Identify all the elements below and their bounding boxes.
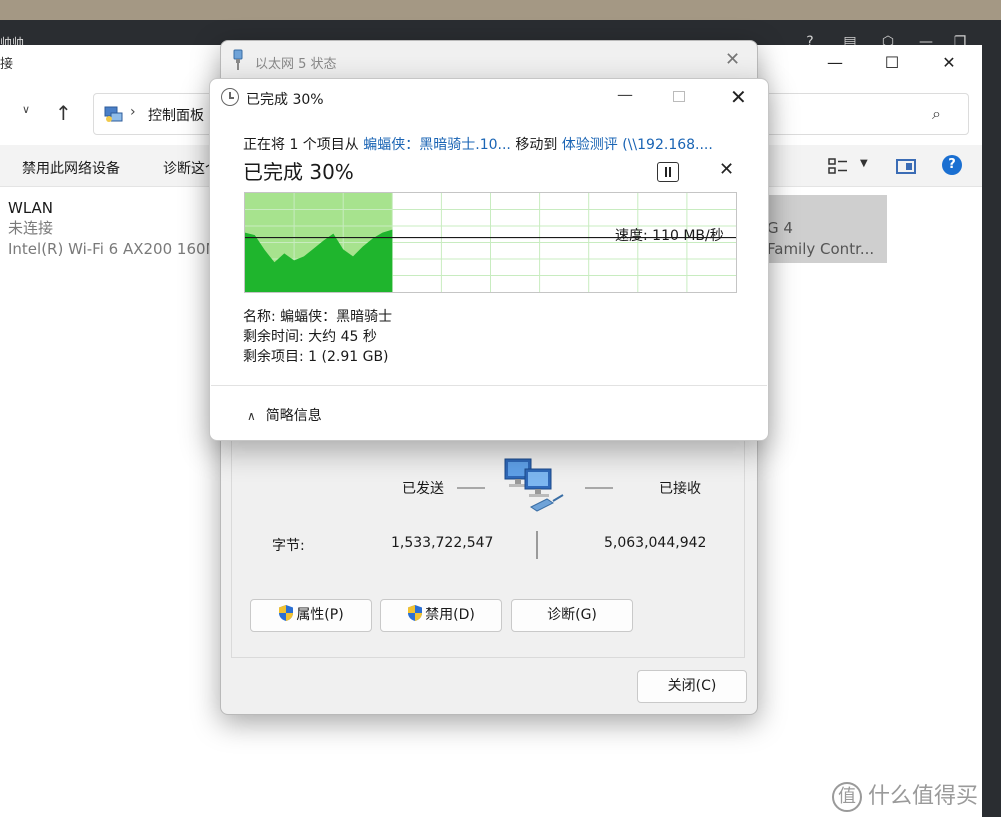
dialog-title: 以太网 5 状态 xyxy=(255,57,337,72)
adapter-partial-name: G 4 xyxy=(767,219,793,237)
watermark-logo-icon: 值 xyxy=(832,782,862,812)
chevron-up-icon: ∧ xyxy=(247,409,256,423)
uac-shield-icon xyxy=(279,605,294,621)
adapter-name: WLAN xyxy=(8,199,54,217)
preview-pane-icon[interactable] xyxy=(896,159,916,174)
close-icon[interactable]: ✕ xyxy=(725,49,740,70)
change-view-icon[interactable] xyxy=(828,157,848,175)
cancel-icon[interactable]: ✕ xyxy=(719,159,734,180)
network-computers-icon xyxy=(504,458,564,512)
help-icon[interactable]: ? xyxy=(942,155,962,175)
minimize-icon[interactable]: — xyxy=(617,85,633,104)
operation-description: 正在将 1 个项目从 蝙蝠侠：黑暗骑士.10... 移动到 体验测评 (\\19… xyxy=(243,134,713,154)
operation-prefix: 正在将 1 个项目从 xyxy=(243,137,364,153)
control-panel-icon xyxy=(104,106,123,122)
file-name-line: 名称: 蝙蝠侠：黑暗骑士 xyxy=(243,309,393,325)
maximize-button[interactable]: ☐ xyxy=(877,51,907,75)
received-line xyxy=(585,487,613,489)
close-button[interactable]: ✕ xyxy=(934,51,964,75)
search-icon[interactable]: ⌕ xyxy=(932,104,941,124)
diagnose-button[interactable]: 诊断(G) xyxy=(511,599,633,632)
time-remaining-line: 剩余时间: 大约 45 秒 xyxy=(243,329,377,345)
clock-icon xyxy=(221,88,239,106)
bytes-sent-value: 1,533,722,547 xyxy=(391,535,494,551)
fewer-details-toggle[interactable]: ∧ 简略信息 xyxy=(247,405,322,425)
dialog-title: 已完成 30% xyxy=(246,92,324,108)
desktop-edge xyxy=(982,20,1001,817)
sent-label: 已发送 xyxy=(402,481,444,497)
speed-label: 速度: 110 MB/秒 xyxy=(615,228,724,244)
uac-shield-icon xyxy=(408,605,423,621)
close-button[interactable]: 关闭(C) xyxy=(637,670,747,703)
fewer-details-label: 简略信息 xyxy=(265,408,322,424)
view-dropdown-icon[interactable]: ▼ xyxy=(860,158,868,169)
bytes-separator xyxy=(536,531,538,559)
copy-progress-dialog: 已完成 30% — ✕ 正在将 1 个项目从 蝙蝠侠：黑暗骑士.10... 移动… xyxy=(209,78,769,441)
site-watermark: 值什么值得买 xyxy=(832,778,978,812)
disable-button-label: 禁用(D) xyxy=(425,607,475,623)
bytes-label: 字节: xyxy=(272,538,305,554)
divider xyxy=(211,385,767,386)
progress-heading: 已完成 30% xyxy=(243,160,354,184)
received-label: 已接收 xyxy=(659,481,701,497)
maximize-icon xyxy=(673,91,685,102)
adapter-selected-partial[interactable]: G 4 Family Contr... xyxy=(755,195,887,263)
adapter-status: 未连接 xyxy=(8,219,54,237)
adapter-wlan[interactable]: WLAN 未连接 Intel(R) Wi-Fi 6 AX200 160MHz xyxy=(8,198,238,260)
close-icon[interactable]: ✕ xyxy=(730,85,747,109)
breadcrumb-chevron-icon: › xyxy=(130,104,136,120)
watermark-text: 什么值得买 xyxy=(868,784,979,809)
disable-button[interactable]: 禁用(D) xyxy=(380,599,502,632)
operation-mid: 移动到 xyxy=(510,137,562,153)
properties-button[interactable]: 属性(P) xyxy=(250,599,372,632)
transfer-details: 名称: 蝙蝠侠：黑暗骑士 剩余时间: 大约 45 秒 剩余项目: 1 (2.91… xyxy=(243,307,392,367)
desktop-wallpaper xyxy=(0,0,1001,20)
source-link[interactable]: 蝙蝠侠：黑暗骑士.10... xyxy=(363,137,511,153)
bytes-received-value: 5,063,044,942 xyxy=(604,535,707,551)
adapter-partial-device: Family Contr... xyxy=(767,240,875,258)
up-arrow-icon[interactable]: ↑ xyxy=(55,101,72,125)
recent-locations-chevron-icon[interactable]: ∨ xyxy=(22,103,30,116)
pause-button[interactable] xyxy=(657,162,679,182)
ethernet-cable-icon xyxy=(233,49,243,70)
minimize-button[interactable]: — xyxy=(820,51,850,75)
window-title: 接 xyxy=(0,57,14,72)
sent-line xyxy=(457,487,485,489)
adapter-device: Intel(R) Wi-Fi 6 AX200 160MHz xyxy=(8,240,238,258)
breadcrumb-control-panel[interactable]: 控制面板 xyxy=(148,105,204,125)
disable-device-command[interactable]: 禁用此网络设备 xyxy=(22,158,120,178)
items-remaining-line: 剩余项目: 1 (2.91 GB) xyxy=(243,349,389,365)
properties-button-label: 属性(P) xyxy=(296,607,344,623)
destination-link[interactable]: 体验测评 (\\192.168.... xyxy=(562,137,713,153)
